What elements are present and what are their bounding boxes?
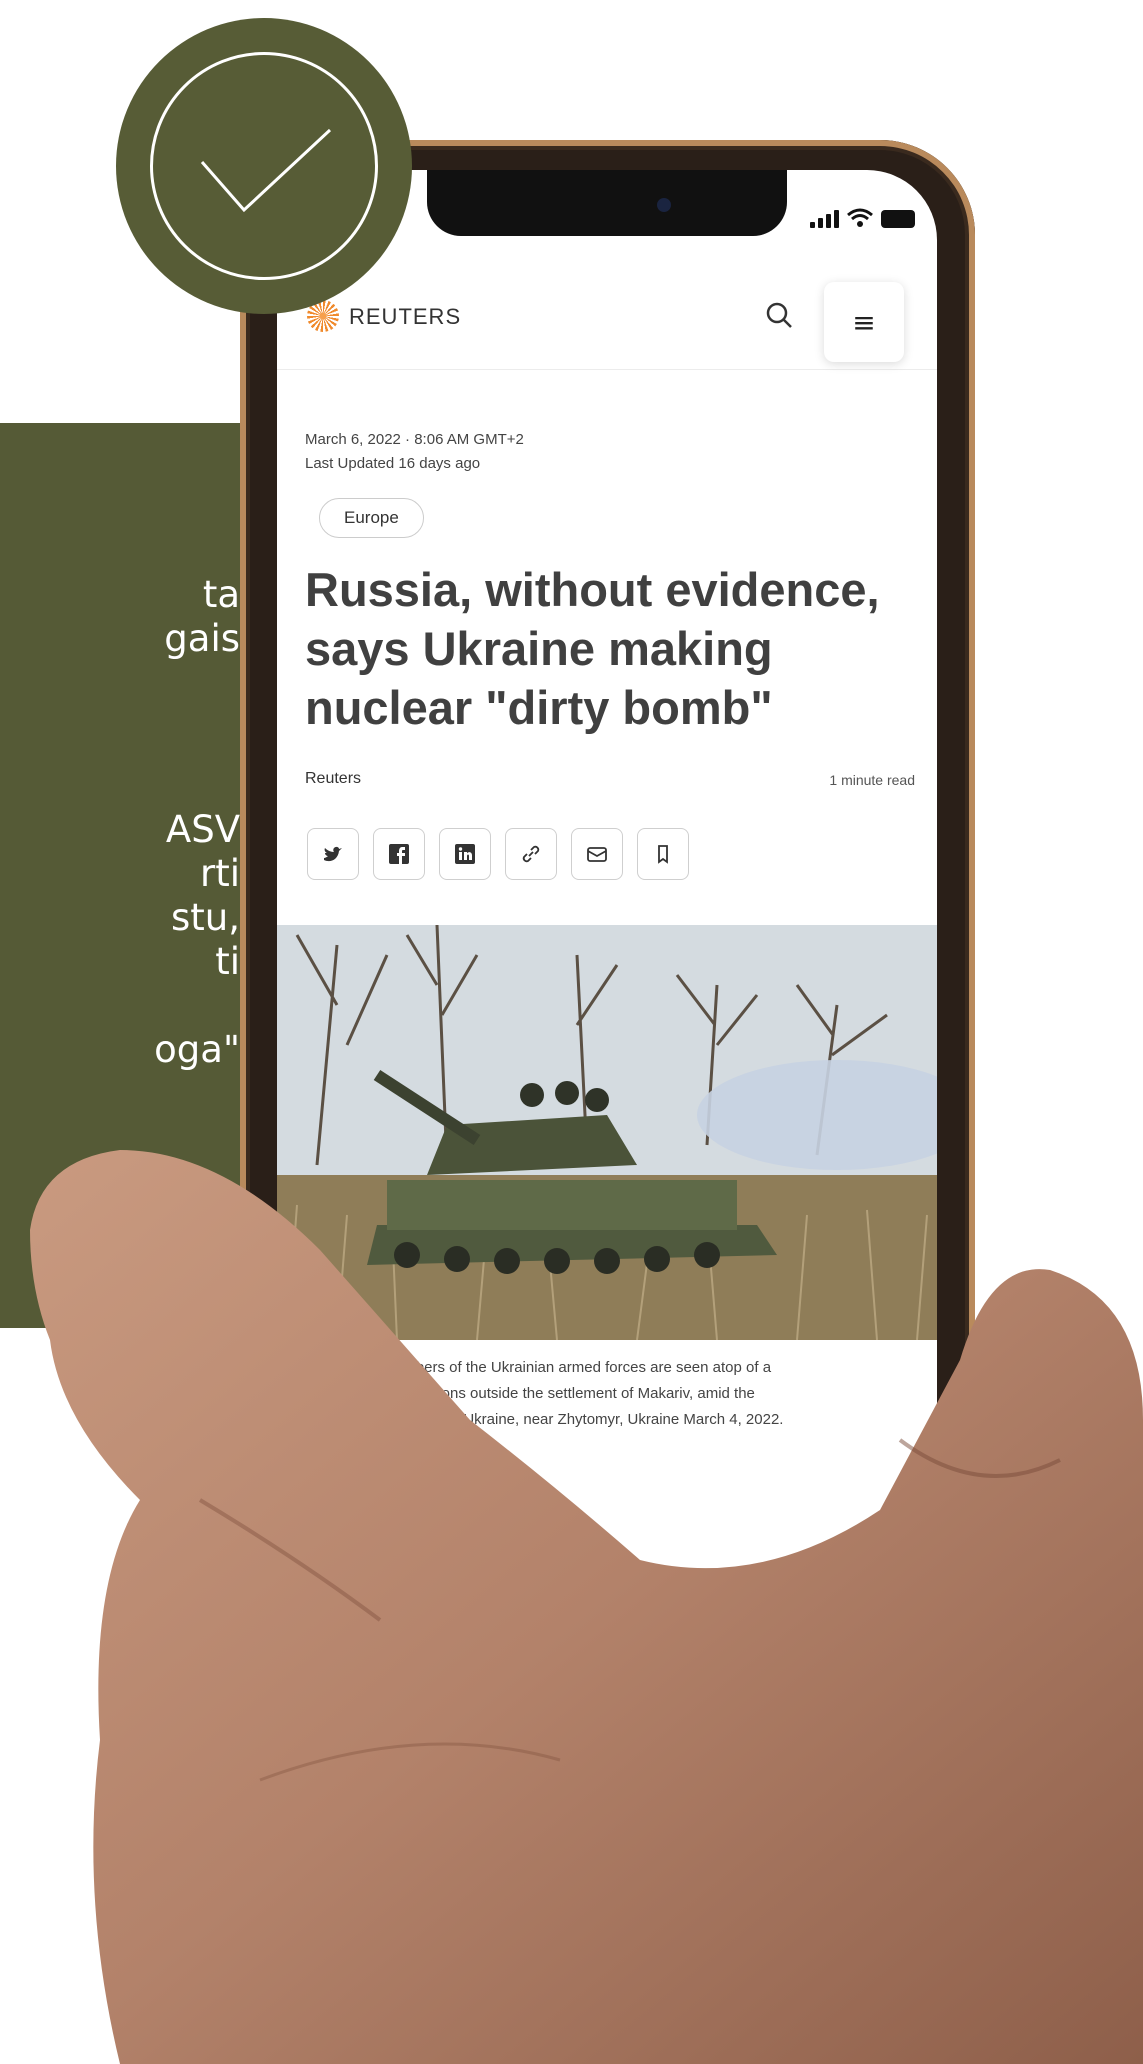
email-share-button[interactable] bbox=[571, 828, 623, 880]
menu-button[interactable]: ≡ bbox=[824, 282, 904, 362]
tank-photo-illustration bbox=[277, 925, 937, 1340]
article-date: March 6, 2022 · 8:06 AM GMT+2 bbox=[305, 431, 524, 448]
battery-icon bbox=[881, 210, 915, 228]
article-photo[interactable] bbox=[277, 925, 937, 1340]
side-line-1: ta bbox=[202, 573, 240, 616]
caption-line-2: ositions outside the settlement of Makar… bbox=[415, 1385, 755, 1402]
camera-icon bbox=[657, 198, 671, 212]
facebook-icon bbox=[389, 844, 409, 864]
side-line-6: ti bbox=[215, 940, 240, 983]
photo-caption: embers of the Ukrainian armed forces are… bbox=[305, 1355, 915, 1433]
copy-link-button[interactable] bbox=[505, 828, 557, 880]
phone-screen: REUTERS ≡ March 6, 2022 · 8:06 AM GMT+2 … bbox=[277, 170, 937, 1750]
section-tag[interactable]: Europe bbox=[319, 498, 424, 538]
search-icon[interactable] bbox=[760, 296, 800, 336]
side-line-4: rti bbox=[200, 852, 240, 895]
article-headline: Russia, without evidence, says Ukraine m… bbox=[305, 563, 880, 734]
link-icon bbox=[522, 845, 540, 863]
share-bar bbox=[307, 828, 689, 880]
status-bar bbox=[810, 208, 915, 228]
side-line-5: stu, bbox=[171, 896, 240, 939]
twitter-icon bbox=[324, 846, 342, 862]
linkedin-share-button[interactable] bbox=[439, 828, 491, 880]
article-byline[interactable]: Reuters bbox=[305, 770, 361, 788]
caption-line-1: embers of the Ukrainian armed forces are… bbox=[395, 1359, 772, 1376]
bookmark-button[interactable] bbox=[637, 828, 689, 880]
caption-line-3: f Ukraine, near Zhytomyr, Ukraine March … bbox=[455, 1411, 784, 1428]
facebook-share-button[interactable] bbox=[373, 828, 425, 880]
email-icon bbox=[587, 847, 607, 862]
check-badge bbox=[116, 18, 412, 314]
checkmark-icon bbox=[200, 128, 332, 213]
menu-icon: ≡ bbox=[852, 305, 876, 339]
side-line-2: gais bbox=[164, 617, 240, 660]
phone-notch bbox=[427, 170, 787, 236]
article-dateline: March 6, 2022 · 8:06 AM GMT+2 Last Updat… bbox=[305, 428, 524, 476]
bookmark-icon bbox=[658, 845, 668, 864]
twitter-share-button[interactable] bbox=[307, 828, 359, 880]
signal-icon bbox=[810, 210, 839, 228]
linkedin-icon bbox=[455, 844, 475, 864]
side-line-7: oga" bbox=[154, 1028, 240, 1071]
read-time: 1 minute read bbox=[829, 772, 915, 788]
side-line-3: ASV bbox=[165, 808, 240, 851]
wifi-icon bbox=[847, 208, 873, 227]
article-updated: Last Updated 16 days ago bbox=[305, 455, 481, 472]
